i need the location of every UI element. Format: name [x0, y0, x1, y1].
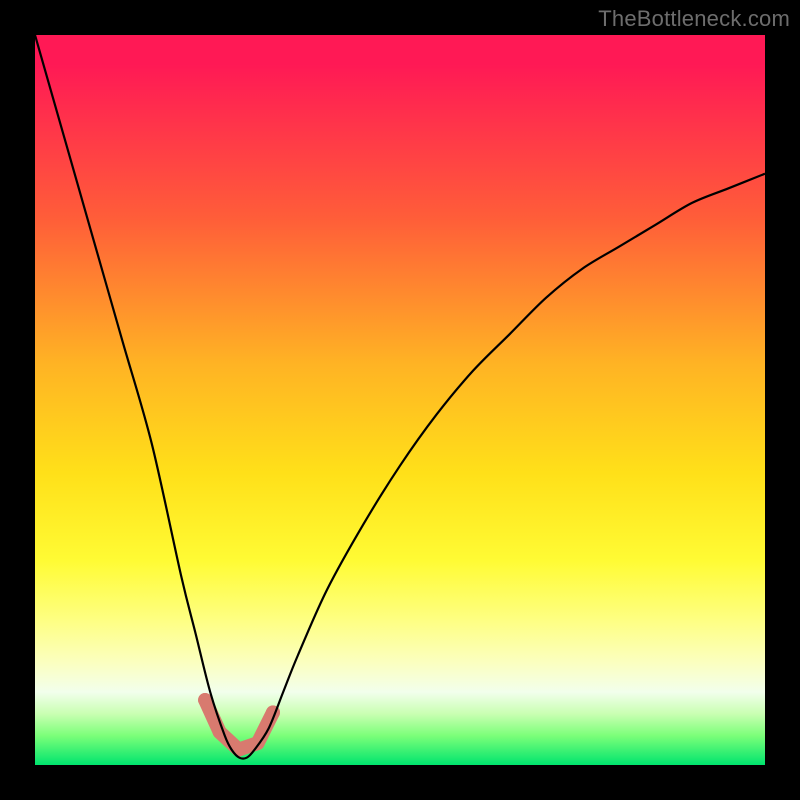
- chart-container: TheBottleneck.com: [0, 0, 800, 800]
- chart-svg: [35, 35, 765, 765]
- highlight-markers-group: [198, 693, 280, 750]
- watermark-text: TheBottleneck.com: [598, 6, 790, 32]
- bottleneck-curve-path: [35, 35, 765, 759]
- plot-area: [35, 35, 765, 765]
